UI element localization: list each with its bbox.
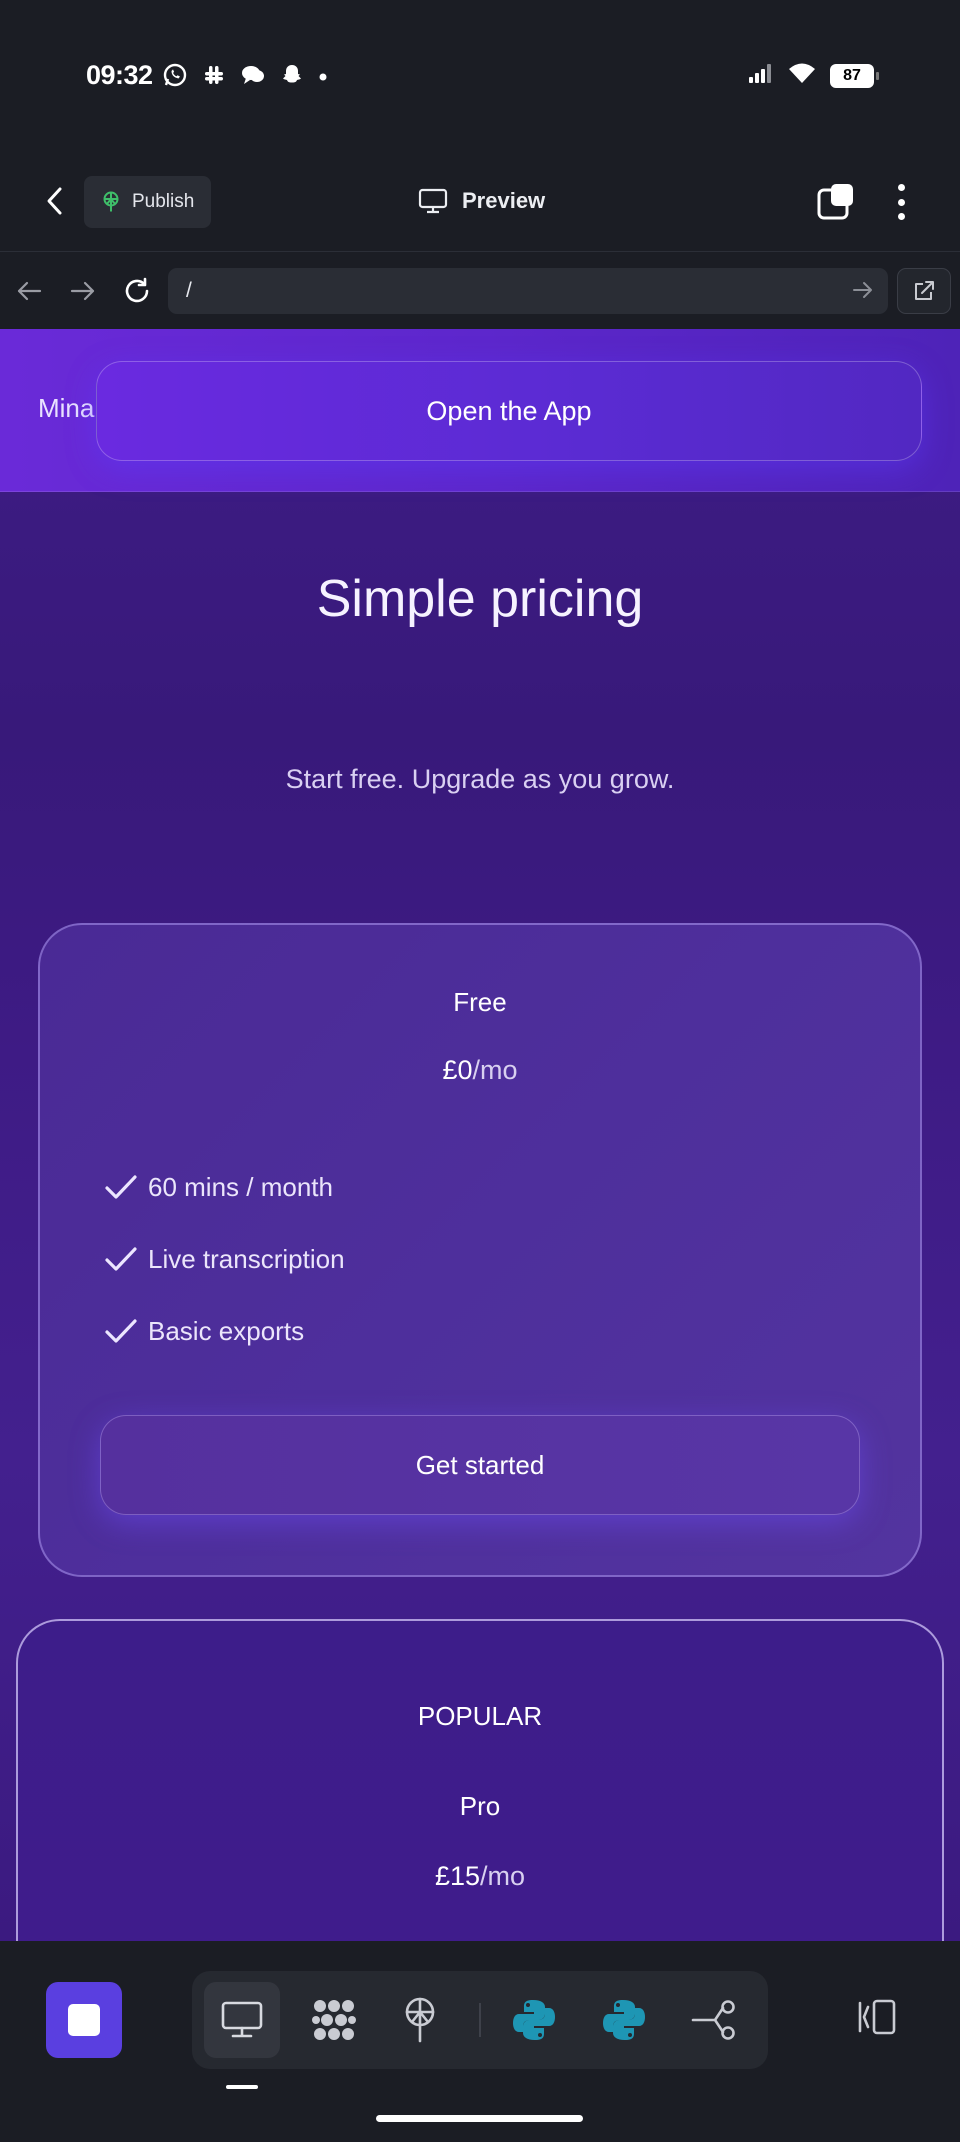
active-tab-indicator [226, 2085, 258, 2089]
popular-badge: POPULAR [417, 1701, 543, 1731]
site-header: Mina Open the App [0, 329, 960, 492]
browser-back-icon[interactable] [12, 274, 46, 308]
git-branch-icon [691, 2000, 735, 2040]
price-amount: £15 [434, 1861, 481, 1891]
external-link-icon [915, 281, 934, 300]
feature-list: 60 mins / month Live transcription Basic… [104, 1151, 345, 1367]
feature-label: Basic exports [148, 1315, 305, 1346]
notification-icons [162, 62, 328, 93]
python-tool-2[interactable] [586, 1982, 662, 2058]
app-header: Publish Preview [0, 150, 960, 252]
webview-tool[interactable] [204, 1982, 280, 2058]
reload-icon[interactable] [120, 274, 154, 308]
dot-icon [318, 69, 328, 87]
panel-toggle-icon [858, 1999, 896, 2035]
price-period: /mo [472, 1055, 518, 1085]
pricing-card-free: Free £0/mo 60 mins / month Live transcri… [38, 923, 922, 1577]
battery-icon: 87 [830, 63, 879, 88]
page-subtitle: Start free. Upgrade as you grow. [285, 764, 675, 794]
deploy-icon [405, 1997, 435, 2043]
price-amount: £0 [442, 1055, 473, 1085]
signal-icon [748, 62, 774, 89]
deploy-tool[interactable] [382, 1982, 458, 2058]
chevron-left-icon [47, 187, 62, 215]
feature-label: 60 mins / month [148, 1171, 333, 1202]
open-external-button[interactable] [897, 268, 951, 314]
get-started-button[interactable]: Get started [100, 1415, 860, 1515]
preview-toggle[interactable]: Preview [418, 180, 545, 222]
check-icon [105, 1319, 137, 1343]
publish-button[interactable]: Publish [84, 176, 211, 228]
open-app-button[interactable]: Open the App [96, 361, 922, 461]
feature-item: Live transcription [104, 1223, 345, 1295]
preview-label: Preview [462, 188, 546, 213]
url-input[interactable]: / [168, 268, 888, 314]
tool-group [192, 1971, 768, 2069]
plan-price: £0/mo [40, 1055, 920, 1086]
feature-item: Basic exports [104, 1295, 345, 1367]
python-icon [513, 2000, 555, 2040]
app-screen: 09:32 87 Publish Preview / Mina Open the… [0, 0, 960, 2142]
feature-label: Live transcription [148, 1243, 345, 1274]
feature-item: 60 mins / month [104, 1151, 345, 1223]
monitor-icon [221, 2001, 263, 2038]
chat-bubbles-icon [240, 63, 266, 92]
plan-name: Pro [459, 1791, 501, 1821]
ai-agent-tool[interactable] [296, 1982, 372, 2058]
whatsapp-icon [162, 62, 188, 93]
snapchat-icon [280, 63, 304, 92]
check-icon [105, 1175, 137, 1199]
plan-price: £15/mo [18, 1861, 942, 1892]
publish-icon [103, 191, 119, 212]
system-icons: 87 [748, 62, 879, 89]
python-icon [603, 2000, 645, 2040]
browser-forward-icon[interactable] [66, 274, 100, 308]
status-bar: 09:32 87 [0, 0, 960, 150]
stop-icon [68, 2004, 100, 2036]
status-time: 09:32 [86, 60, 153, 90]
browser-bar: / [0, 252, 960, 329]
check-icon [105, 1247, 137, 1271]
more-options-icon[interactable] [886, 182, 916, 222]
wifi-icon [788, 62, 816, 89]
site-brand[interactable]: Mina [38, 393, 94, 424]
panel-toggle-button[interactable] [852, 1997, 898, 2042]
publish-label: Publish [132, 191, 195, 212]
back-button[interactable] [36, 182, 74, 220]
stop-button[interactable] [46, 1982, 122, 2058]
bottom-toolbar [0, 1941, 960, 2142]
plan-name: Free [453, 987, 507, 1017]
slack-icon [202, 63, 226, 92]
toolbar-divider [479, 2003, 481, 2037]
url-text: / [186, 279, 192, 302]
pricing-card-pro: POPULAR Pro £15/mo [16, 1619, 944, 1941]
go-arrow-icon[interactable] [852, 280, 874, 306]
git-tool[interactable] [676, 1982, 752, 2058]
monitor-icon [418, 188, 448, 214]
web-preview: Mina Open the App Simple pricing Start f… [0, 329, 960, 1941]
python-tool-1[interactable] [496, 1982, 572, 2058]
swirl-icon [312, 2000, 356, 2040]
home-indicator[interactable] [376, 2115, 583, 2122]
price-period: /mo [480, 1861, 526, 1891]
page-title: Simple pricing [316, 570, 644, 628]
tabs-icon[interactable] [816, 182, 856, 222]
